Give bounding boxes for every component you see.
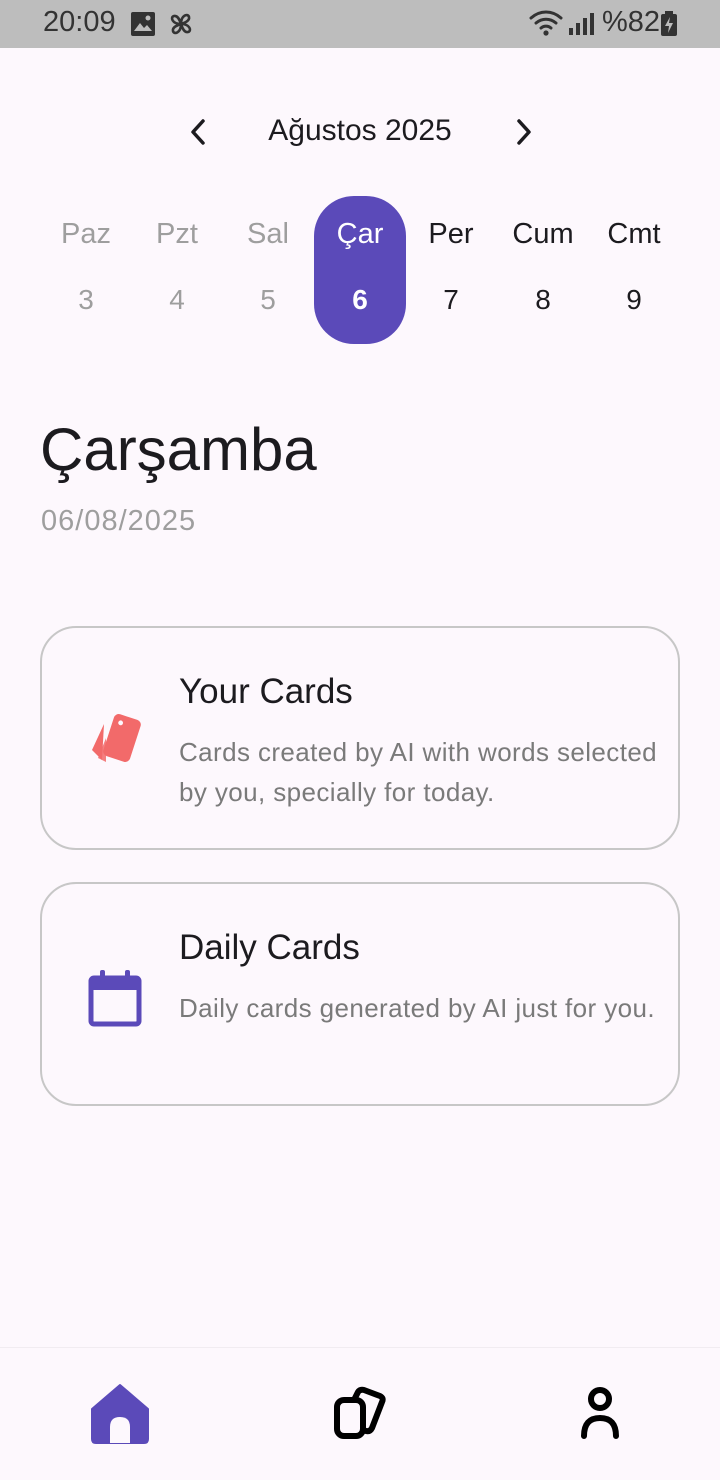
- day-number: 5: [260, 284, 276, 315]
- battery-charging-icon: [660, 11, 678, 42]
- day-number: 4: [169, 284, 185, 315]
- calendar-icon: [86, 968, 144, 1033]
- nav-cards-button[interactable]: [320, 1378, 400, 1448]
- day-number: 6: [352, 284, 368, 315]
- nav-profile-button[interactable]: [560, 1378, 640, 1448]
- day-number: 7: [443, 284, 459, 315]
- month-navigation: Ağustos 2025: [0, 110, 720, 154]
- bottom-navigation: [0, 1348, 720, 1480]
- day-friday[interactable]: Cum 8: [497, 196, 589, 344]
- day-number: 3: [78, 284, 94, 315]
- chevron-right-icon: [517, 119, 531, 145]
- battery-percent: %82: [602, 6, 661, 38]
- card-title: Your Cards: [179, 672, 353, 711]
- previous-week-button[interactable]: [178, 110, 218, 154]
- selected-day-title: Çarşamba: [40, 416, 317, 483]
- day-tuesday[interactable]: Sal 5: [222, 196, 314, 344]
- day-name: Paz: [61, 218, 111, 250]
- status-time: 20:09: [43, 6, 116, 38]
- home-icon: [91, 1384, 149, 1444]
- fan-notification-icon: [166, 9, 196, 44]
- day-name: Per: [428, 218, 474, 250]
- card-title: Daily Cards: [179, 928, 360, 967]
- day-name: Cum: [512, 218, 574, 250]
- day-name: Cmt: [607, 218, 661, 250]
- daily-cards-card[interactable]: Daily Cards Daily cards generated by AI …: [40, 882, 680, 1106]
- day-sunday[interactable]: Paz 3: [40, 196, 132, 344]
- chevron-left-icon: [191, 119, 205, 145]
- selected-day-date: 06/08/2025: [41, 505, 197, 537]
- day-name: Sal: [247, 218, 289, 250]
- day-wednesday[interactable]: Çar 6: [314, 196, 406, 344]
- card-description: Daily cards generated by AI just for you…: [179, 993, 655, 1023]
- day-name: Çar: [336, 218, 384, 250]
- wifi-icon: [528, 9, 564, 42]
- next-week-button[interactable]: [504, 110, 544, 154]
- week-strip: Paz 3 Pzt 4 Sal 5 Çar 6 Per 7 Cum 8 Cmt …: [0, 196, 720, 344]
- month-title: Ağustos 2025: [268, 114, 452, 147]
- your-cards-card[interactable]: Your Cards Cards created by AI with word…: [40, 626, 680, 850]
- nav-home-button[interactable]: [80, 1378, 160, 1448]
- image-notification-icon: [130, 11, 156, 42]
- day-saturday[interactable]: Cmt 9: [588, 196, 680, 344]
- day-thursday[interactable]: Per 7: [405, 196, 497, 344]
- profile-icon: [581, 1387, 619, 1439]
- cards-icon: [86, 712, 146, 773]
- card-description: Cards created by AI with words selected …: [179, 737, 658, 807]
- status-bar: 20:09 %82: [0, 0, 720, 48]
- cards-stack-icon: [334, 1386, 386, 1439]
- day-monday[interactable]: Pzt 4: [131, 196, 223, 344]
- day-number: 9: [626, 284, 642, 315]
- day-number: 8: [535, 284, 551, 315]
- day-name: Pzt: [156, 218, 198, 250]
- signal-icon: [568, 12, 594, 41]
